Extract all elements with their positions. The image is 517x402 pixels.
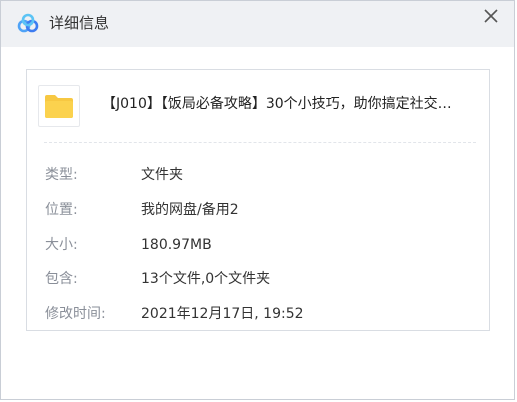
size-value: 180.97MB <box>141 237 212 253</box>
baidu-netdisk-logo-icon <box>17 13 39 35</box>
type-value: 文件夹 <box>141 167 183 183</box>
contains-label: 包含: <box>45 271 78 287</box>
size-label: 大小: <box>45 237 78 253</box>
type-label: 类型: <box>45 167 78 183</box>
modified-time-value: 2021年12月17日, 19:52 <box>141 306 304 322</box>
file-info-card: 【J010】【饭局必备攻略】30个小技巧，助你搞定社交… 类型: 文件夹 位置:… <box>26 69 490 331</box>
location-value: 我的网盘/备用2 <box>141 202 239 218</box>
folder-thumbnail <box>38 85 80 127</box>
divider <box>44 142 476 143</box>
title-bar: 详细信息 <box>1 1 514 47</box>
modified-time-label: 修改时间: <box>45 306 106 322</box>
details-dialog: 详细信息 【J010】【饭局必备攻略】30个小技巧，助你搞定社交… 类型: 文件… <box>0 0 515 400</box>
folder-icon <box>45 95 73 118</box>
dialog-title: 详细信息 <box>49 14 110 32</box>
close-icon[interactable] <box>480 5 502 27</box>
contains-value: 13个文件,0个文件夹 <box>141 271 271 287</box>
location-label: 位置: <box>45 202 78 218</box>
file-name: 【J010】【饭局必备攻略】30个小技巧，助你搞定社交… <box>102 96 452 112</box>
